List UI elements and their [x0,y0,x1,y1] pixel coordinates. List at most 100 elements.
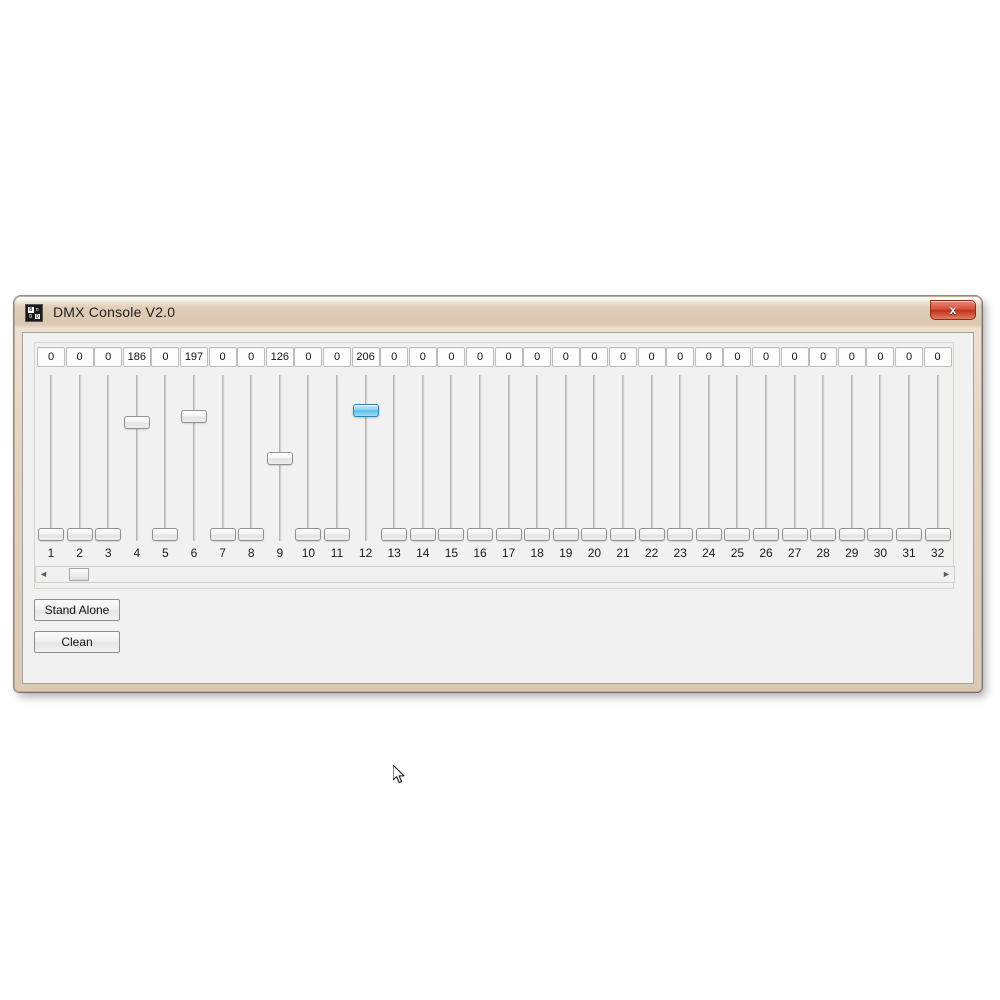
channel-fader[interactable] [609,373,637,543]
fader-thumb[interactable] [38,528,64,541]
channel-value-box[interactable]: 0 [94,347,123,367]
fader-track[interactable] [193,375,196,541]
fader-track[interactable] [421,375,425,541]
fader-thumb[interactable] [381,528,408,541]
fader-track[interactable] [850,375,854,541]
fader-track[interactable] [650,375,654,541]
fader-track[interactable] [679,375,683,541]
fader-track[interactable] [479,375,482,541]
channel-value-box[interactable]: 0 [37,347,65,367]
channel-value-box[interactable]: 0 [294,347,323,367]
scrollbar-thumb[interactable] [69,568,90,581]
channel-fader[interactable] [781,373,809,543]
fader-track[interactable] [622,375,625,541]
channel-value-box[interactable]: 197 [180,347,208,367]
fader-track[interactable] [364,375,368,541]
channel-fader[interactable] [237,373,265,543]
stand-alone-button[interactable]: Stand Alone [34,599,120,621]
channel-fader[interactable] [895,373,923,543]
fader-thumb[interactable] [238,528,265,541]
close-button[interactable]: x [930,300,976,320]
fader-thumb[interactable] [438,528,465,541]
channel-value-box[interactable]: 206 [351,347,380,367]
scroll-left-arrow-icon[interactable]: ◄ [36,567,51,582]
fader-thumb[interactable] [867,528,894,541]
fader-thumb[interactable] [123,416,150,430]
fader-thumb[interactable] [495,528,522,541]
fader-thumb[interactable] [409,528,436,541]
fader-track[interactable] [936,375,940,541]
fader-thumb[interactable] [581,528,608,541]
channel-fader[interactable] [266,373,294,543]
fader-track[interactable] [107,375,111,541]
channel-fader[interactable] [495,373,523,543]
channel-value-box[interactable]: 0 [637,347,666,367]
fader-thumb[interactable] [781,528,808,541]
channel-value-box[interactable]: 0 [752,347,780,367]
channel-value-box[interactable]: 0 [809,347,838,367]
channel-fader[interactable] [866,373,894,543]
channel-fader[interactable] [151,373,179,543]
fader-track[interactable] [707,375,711,541]
fader-track[interactable] [879,375,883,541]
channel-value-box[interactable]: 0 [380,347,409,367]
fader-thumb[interactable] [181,409,207,423]
channel-fader[interactable] [409,373,437,543]
channel-value-box[interactable]: 0 [466,347,494,367]
fader-track[interactable] [50,375,53,541]
channel-fader[interactable] [352,373,380,543]
channel-fader[interactable] [924,373,952,543]
channel-value-box[interactable]: 0 [780,347,809,367]
fader-thumb[interactable] [95,528,122,541]
channel-value-box[interactable]: 0 [437,347,466,367]
channel-value-box[interactable]: 0 [694,347,723,367]
channel-fader[interactable] [294,373,322,543]
fader-thumb[interactable] [152,528,179,541]
scroll-right-arrow-icon[interactable]: ► [939,567,954,582]
channel-fader[interactable] [580,373,608,543]
channel-fader[interactable] [809,373,837,543]
channel-value-box[interactable]: 0 [408,347,437,367]
channel-fader[interactable] [638,373,666,543]
channel-fader[interactable] [666,373,694,543]
channel-value-box[interactable]: 0 [723,347,752,367]
fader-track[interactable] [307,375,311,541]
fader-thumb[interactable] [896,528,922,541]
title-bar[interactable]: B n D Q DMX Console V2.0 x [15,297,981,329]
channel-value-box[interactable]: 0 [551,347,580,367]
fader-thumb[interactable] [295,528,322,541]
channel-value-box[interactable]: 0 [523,347,552,367]
channel-fader[interactable] [94,373,122,543]
fader-thumb[interactable] [667,528,694,541]
fader-track[interactable] [135,375,139,541]
fader-track[interactable] [250,375,254,541]
fader-track[interactable] [765,375,768,541]
clean-button[interactable]: Clean [34,631,120,653]
channel-value-box[interactable]: 0 [837,347,866,367]
channel-value-box[interactable]: 0 [895,347,923,367]
channel-fader[interactable] [466,373,494,543]
fader-track[interactable] [536,375,540,541]
fader-thumb[interactable] [266,452,293,466]
fader-track[interactable] [450,375,454,541]
fader-track[interactable] [78,375,82,541]
channel-value-box[interactable]: 0 [923,347,952,367]
channel-value-box[interactable]: 186 [122,347,151,367]
channel-fader[interactable] [723,373,751,543]
fader-thumb[interactable] [810,528,837,541]
fader-thumb[interactable] [610,528,636,541]
fader-thumb[interactable] [524,528,551,541]
fader-track[interactable] [736,375,740,541]
channel-fader[interactable] [752,373,780,543]
fader-track[interactable] [822,375,826,541]
fader-track[interactable] [793,375,797,541]
channel-fader[interactable] [523,373,551,543]
channel-fader[interactable] [209,373,237,543]
fader-track[interactable] [221,375,225,541]
channel-fader[interactable] [380,373,408,543]
channel-fader[interactable] [552,373,580,543]
channel-value-box[interactable]: 0 [65,347,94,367]
fader-track[interactable] [393,375,397,541]
fader-thumb[interactable] [695,528,722,541]
channel-fader[interactable] [37,373,65,543]
